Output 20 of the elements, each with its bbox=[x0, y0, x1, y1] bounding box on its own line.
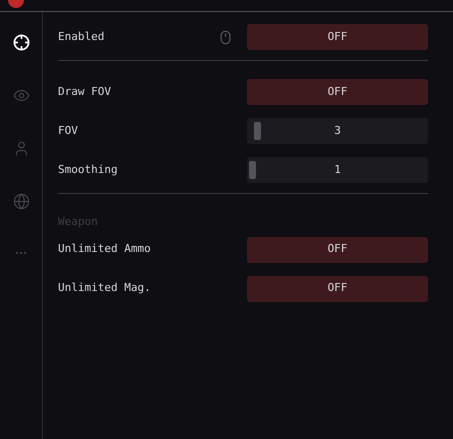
toggle-button[interactable]: OFF bbox=[247, 236, 428, 262]
slider-value: 1 bbox=[334, 162, 341, 178]
toggle-button[interactable]: OFF bbox=[247, 276, 428, 302]
setting-label: Unlimited Ammo bbox=[58, 241, 152, 258]
slider[interactable]: 3 bbox=[247, 118, 428, 144]
setting-label: Unlimited Mag. bbox=[58, 280, 152, 296]
setting-label: Draw FOV bbox=[58, 84, 112, 100]
setting-label: Enabled bbox=[58, 28, 106, 45]
mouse-icon[interactable] bbox=[218, 30, 233, 44]
setting-label: Smoothing bbox=[58, 162, 119, 178]
setting-label: FOV bbox=[58, 122, 79, 139]
slider[interactable]: 1 bbox=[247, 157, 428, 183]
globe-icon[interactable] bbox=[12, 193, 30, 210]
eye-icon[interactable] bbox=[12, 87, 30, 104]
slider-thumb[interactable] bbox=[249, 161, 256, 179]
toggle-button[interactable]: OFF bbox=[247, 24, 428, 50]
slider-value: 3 bbox=[334, 122, 341, 139]
crosshair-icon[interactable] bbox=[12, 34, 30, 51]
toggle-button[interactable]: OFF bbox=[247, 79, 428, 105]
slider-thumb[interactable] bbox=[254, 122, 262, 140]
